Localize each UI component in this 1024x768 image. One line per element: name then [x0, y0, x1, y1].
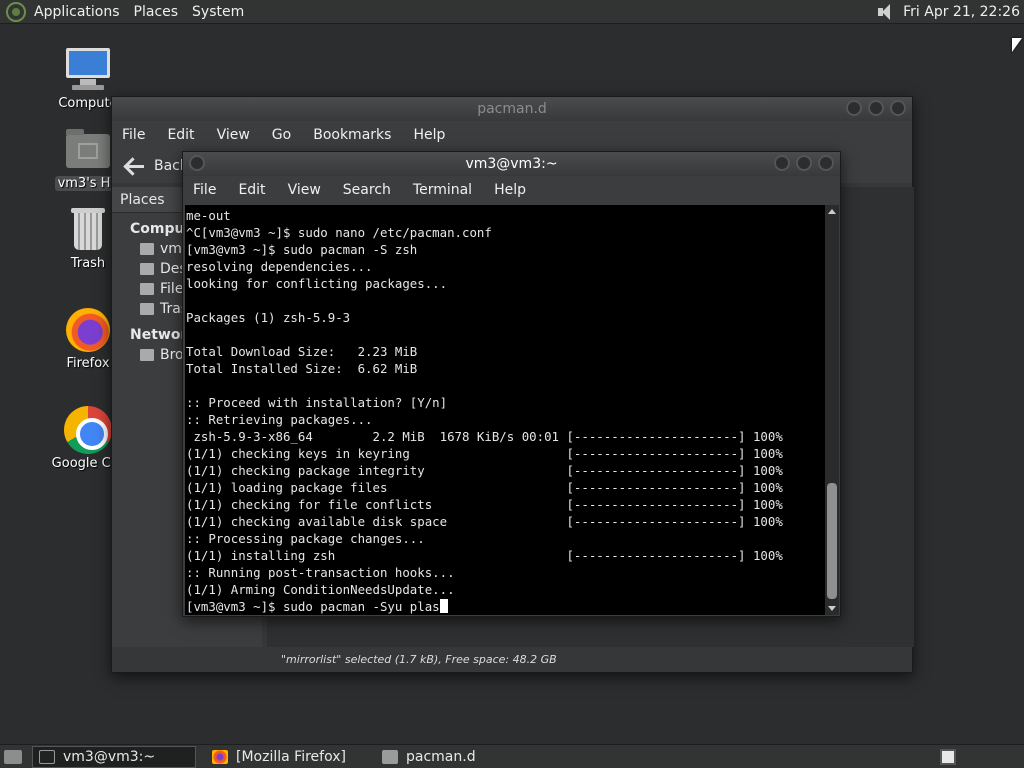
mouse-pointer-icon: [1012, 38, 1022, 52]
file-manager-titlebar[interactable]: pacman.d: [112, 97, 912, 121]
terminal-line: Total Download Size: 2.23 MiB: [186, 344, 418, 359]
menu-applications[interactable]: Applications: [34, 4, 128, 20]
chrome-icon: [64, 406, 112, 454]
terminal-line: :: Running post-transaction hooks...: [186, 565, 455, 580]
trash-icon: [140, 303, 154, 315]
firefox-icon: [212, 749, 228, 764]
menu-file[interactable]: File: [122, 127, 145, 143]
terminal-line: Packages (1) zsh-5.9-3: [186, 310, 351, 325]
clock[interactable]: Fri Apr 21, 22:26: [903, 4, 1020, 20]
menu-file[interactable]: File: [193, 182, 216, 198]
menu-system[interactable]: System: [192, 4, 252, 20]
show-desktop-icon[interactable]: [4, 749, 22, 764]
drive-icon: [140, 283, 154, 295]
maximize-button[interactable]: [796, 155, 812, 171]
scroll-thumb[interactable]: [827, 483, 837, 599]
terminal-line: (1/1) checking keys in keyring [--------…: [186, 446, 783, 461]
terminal-line: [vm3@vm3 ~]$ sudo pacman -Syu plas: [186, 598, 826, 615]
status-bar: "mirrorlist" selected (1.7 kB), Free spa…: [267, 649, 912, 671]
close-button[interactable]: [890, 100, 906, 116]
trash-icon: [64, 206, 112, 254]
network-icon: [140, 349, 154, 361]
distro-logo-icon[interactable]: [6, 1, 26, 22]
window-title: vm3@vm3:~: [465, 156, 558, 172]
taskbar-item-label: pacman.d: [406, 748, 476, 765]
terminal-line: Total Installed Size: 6.62 MiB: [186, 361, 418, 376]
file-manager-menubar: File Edit View Go Bookmarks Help: [112, 121, 912, 149]
taskbar-item-label: vm3@vm3:~: [63, 748, 156, 765]
terminal-line: (1/1) Arming ConditionNeedsUpdate...: [186, 582, 455, 597]
minimize-button[interactable]: [774, 155, 790, 171]
back-arrow-icon[interactable]: [124, 155, 146, 177]
terminal-titlebar[interactable]: vm3@vm3:~: [183, 152, 840, 176]
menu-help[interactable]: Help: [494, 182, 526, 198]
menu-help[interactable]: Help: [413, 127, 445, 143]
taskbar-item-terminal[interactable]: vm3@vm3:~: [32, 745, 196, 768]
sidebar-item-label: File: [160, 281, 184, 297]
terminal-line: me-out: [186, 208, 231, 223]
volume-icon[interactable]: [875, 2, 895, 22]
menu-terminal[interactable]: Terminal: [413, 182, 472, 198]
window-menu-button[interactable]: [189, 155, 205, 171]
terminal-line: (1/1) checking package integrity [------…: [186, 463, 783, 478]
home-folder-icon: [64, 126, 112, 174]
menu-view[interactable]: View: [288, 182, 321, 198]
terminal-line: looking for conflicting packages...: [186, 276, 448, 291]
terminal-scrollbar[interactable]: [825, 205, 839, 615]
terminal-line: :: Retrieving packages...: [186, 412, 373, 427]
terminal-line: :: Processing package changes...: [186, 531, 425, 546]
terminal-menubar: File Edit View Search Terminal Help: [183, 176, 840, 204]
terminal-line: (1/1) checking available disk space [---…: [186, 514, 783, 529]
terminal-line: ^C[vm3@vm3 ~]$ sudo nano /etc/pacman.con…: [186, 225, 492, 240]
terminal-line: [vm3@vm3 ~]$ sudo pacman -S zsh: [186, 242, 418, 257]
folder-icon: [382, 749, 398, 764]
scroll-down-arrow-icon[interactable]: [828, 606, 836, 611]
bottom-panel: vm3@vm3:~ [Mozilla Firefox] pacman.d: [0, 744, 1024, 768]
menu-places[interactable]: Places: [134, 4, 187, 20]
sidebar-item-label: Bro: [160, 347, 184, 363]
workspace-switcher[interactable]: [940, 749, 956, 765]
scroll-up-arrow-icon[interactable]: [828, 209, 836, 214]
top-panel: Applications Places System Fri Apr 21, 2…: [0, 0, 1024, 24]
terminal-output[interactable]: me-out ^C[vm3@vm3 ~]$ sudo nano /etc/pacm…: [185, 205, 826, 615]
menu-go[interactable]: Go: [272, 127, 291, 143]
close-button[interactable]: [818, 155, 834, 171]
taskbar-item-file-manager[interactable]: pacman.d: [376, 746, 536, 768]
menu-edit[interactable]: Edit: [167, 127, 194, 143]
maximize-button[interactable]: [868, 100, 884, 116]
computer-icon: [64, 46, 112, 94]
window-title: pacman.d: [477, 101, 547, 117]
menu-edit[interactable]: Edit: [238, 182, 265, 198]
firefox-icon: [64, 306, 112, 354]
terminal-icon: [39, 749, 55, 764]
minimize-button[interactable]: [846, 100, 862, 116]
terminal-window: vm3@vm3:~ File Edit View Search Terminal…: [182, 151, 841, 617]
menu-bookmarks[interactable]: Bookmarks: [313, 127, 391, 143]
home-icon: [140, 243, 154, 255]
menu-search[interactable]: Search: [343, 182, 391, 198]
terminal-line: :: Proceed with installation? [Y/n]: [186, 395, 448, 410]
taskbar-item-firefox[interactable]: [Mozilla Firefox]: [206, 746, 366, 768]
desktop-icon: [140, 263, 154, 275]
terminal-line: (1/1) loading package files [-----------…: [186, 480, 783, 495]
terminal-line: (1/1) installing zsh [------------------…: [186, 548, 783, 563]
terminal-cursor: [439, 599, 448, 613]
taskbar-item-label: [Mozilla Firefox]: [236, 748, 346, 765]
terminal-line: (1/1) checking for file conflicts [-----…: [186, 497, 783, 512]
terminal-line: resolving dependencies...: [186, 259, 373, 274]
menu-view[interactable]: View: [217, 127, 250, 143]
terminal-line: zsh-5.9-3-x86_64 2.2 MiB 1678 KiB/s 00:0…: [186, 429, 783, 444]
